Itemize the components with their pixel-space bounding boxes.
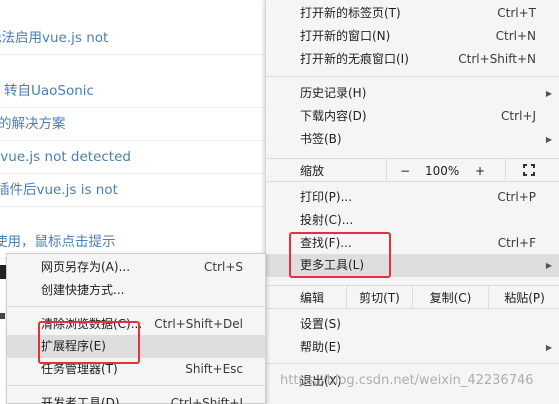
paste-button[interactable]: 粘贴(P): [488, 286, 559, 308]
menu-item-label: 打开新的窗口(N): [300, 29, 391, 43]
copy-button[interactable]: 复制(C): [412, 286, 488, 308]
menu-item-new-incognito-window[interactable]: 打开新的无痕窗口(I) Ctrl+Shift+N: [266, 48, 559, 71]
menu-item-print[interactable]: 打印(P)... Ctrl+P: [266, 186, 559, 209]
menu-item-label: 任务管理器(T): [41, 362, 118, 376]
menu-item-new-window[interactable]: 打开新的窗口(N) Ctrl+N: [266, 25, 559, 48]
menu-item-label: 帮助(E): [300, 340, 341, 354]
article-link[interactable]: ,vue.js not detected: [0, 141, 268, 174]
chevron-right-icon: ▶: [545, 135, 552, 144]
chevron-right-icon: ▶: [545, 261, 552, 270]
more-tools-submenu: 网页另存为(A)... Ctrl+S 创建快捷方式... 清除浏览数据(C)..…: [6, 253, 266, 404]
menu-item-label: 网页另存为(A)...: [41, 260, 131, 274]
zoom-level: 100%: [425, 164, 460, 178]
zoom-out-button[interactable]: −: [400, 159, 410, 183]
menu-item-label: 扩展程序(E): [41, 339, 106, 353]
menu-divider: [266, 363, 559, 364]
article-link[interactable]: 插件后vue.js is not: [0, 174, 268, 207]
menu-item-settings[interactable]: 设置(S): [266, 313, 559, 336]
zoom-controls: − 100% +: [386, 159, 559, 181]
menu-item-more-tools[interactable]: 更多工具(L) ▶: [266, 254, 559, 277]
submenu-item-developer-tools[interactable]: 开发者工具(D) Ctrl+Shift+I: [7, 392, 265, 404]
submenu-item-create-shortcut[interactable]: 创建快捷方式...: [7, 279, 265, 302]
menu-item-bookmarks[interactable]: 书签(B) ▶: [266, 128, 559, 151]
menu-item-help[interactable]: 帮助(E) ▶: [266, 336, 559, 359]
chevron-right-icon: ▶: [545, 343, 552, 352]
fullscreen-button[interactable]: [505, 159, 559, 181]
menu-item-shortcut: Ctrl+S: [203, 260, 243, 274]
menu-item-label: 设置(S): [300, 317, 341, 331]
edit-row: 编辑 剪切(T) 复制(C) 粘贴(P): [266, 285, 559, 309]
fullscreen-icon: [523, 164, 535, 176]
menu-item-label: 打印(P)...: [300, 190, 353, 204]
menu-item-label: 开发者工具(D): [41, 396, 120, 404]
menu-item-label: 投射(C)...: [300, 213, 354, 227]
zoom-row: 缩放 − 100% +: [266, 158, 559, 182]
menu-divider: [266, 76, 559, 77]
submenu-item-save-page-as[interactable]: 网页另存为(A)... Ctrl+S: [7, 256, 265, 279]
menu-item-label: 书签(B): [300, 132, 342, 146]
menu-item-new-tab[interactable]: 打开新的标签页(T) Ctrl+T: [266, 2, 559, 25]
page-edge-marker: [0, 313, 5, 319]
menu-item-shortcut: Ctrl+T: [497, 6, 536, 20]
menu-item-label: 历史记录(H): [300, 86, 367, 100]
menu-item-label: 打开新的标签页(T): [300, 6, 401, 20]
menu-item-shortcut: Ctrl+F: [497, 236, 536, 250]
menu-item-shortcut: Ctrl+Shift+I: [170, 396, 243, 404]
menu-divider: [7, 385, 265, 386]
watermark: https://blog.csdn.net/weixin_42236746: [280, 373, 534, 388]
menu-item-shortcut: Ctrl+J: [501, 109, 536, 123]
menu-item-label: 创建快捷方式...: [41, 283, 125, 297]
cut-button[interactable]: 剪切(T): [346, 286, 412, 308]
edit-label: 编辑: [300, 291, 325, 305]
zoom-label: 缩放: [300, 164, 325, 178]
menu-divider: [7, 306, 265, 307]
menu-item-label: 查找(F)...: [300, 236, 352, 250]
submenu-item-task-manager[interactable]: 任务管理器(T) Shift+Esc: [7, 358, 265, 381]
menu-item-label: 更多工具(L): [300, 258, 365, 272]
article-link[interactable]: 转自UaoSonic: [0, 75, 268, 108]
menu-item-shortcut: Ctrl+Shift+Del: [154, 317, 243, 331]
submenu-item-clear-browsing-data[interactable]: 清除浏览数据(C)... Ctrl+Shift+Del: [7, 313, 265, 336]
submenu-item-extensions[interactable]: 扩展程序(E): [7, 335, 265, 358]
menu-item-shortcut: Shift+Esc: [185, 362, 243, 376]
chrome-main-menu: 打开新的标签页(T) Ctrl+T 打开新的窗口(N) Ctrl+N 打开新的无…: [265, 0, 559, 404]
menu-item-label: 下载内容(D): [300, 109, 367, 123]
article-link[interactable]: 无法启用vue.js not: [0, 22, 268, 55]
menu-item-label: 打开新的无痕窗口(I): [300, 52, 409, 66]
menu-item-shortcut: Ctrl+N: [495, 29, 536, 43]
menu-item-cast[interactable]: 投射(C)...: [266, 209, 559, 232]
menu-item-downloads[interactable]: 下载内容(D) Ctrl+J: [266, 105, 559, 128]
menu-item-label: 清除浏览数据(C)...: [41, 317, 143, 331]
menu-item-shortcut: Ctrl+Shift+N: [458, 52, 536, 66]
menu-item-find[interactable]: 查找(F)... Ctrl+F: [266, 232, 559, 255]
menu-item-history[interactable]: 历史记录(H) ▶: [266, 82, 559, 105]
menu-item-shortcut: Ctrl+P: [497, 190, 536, 204]
article-link[interactable]: 的解决方案: [0, 108, 268, 141]
chevron-right-icon: ▶: [545, 89, 552, 98]
zoom-in-button[interactable]: +: [475, 159, 485, 183]
